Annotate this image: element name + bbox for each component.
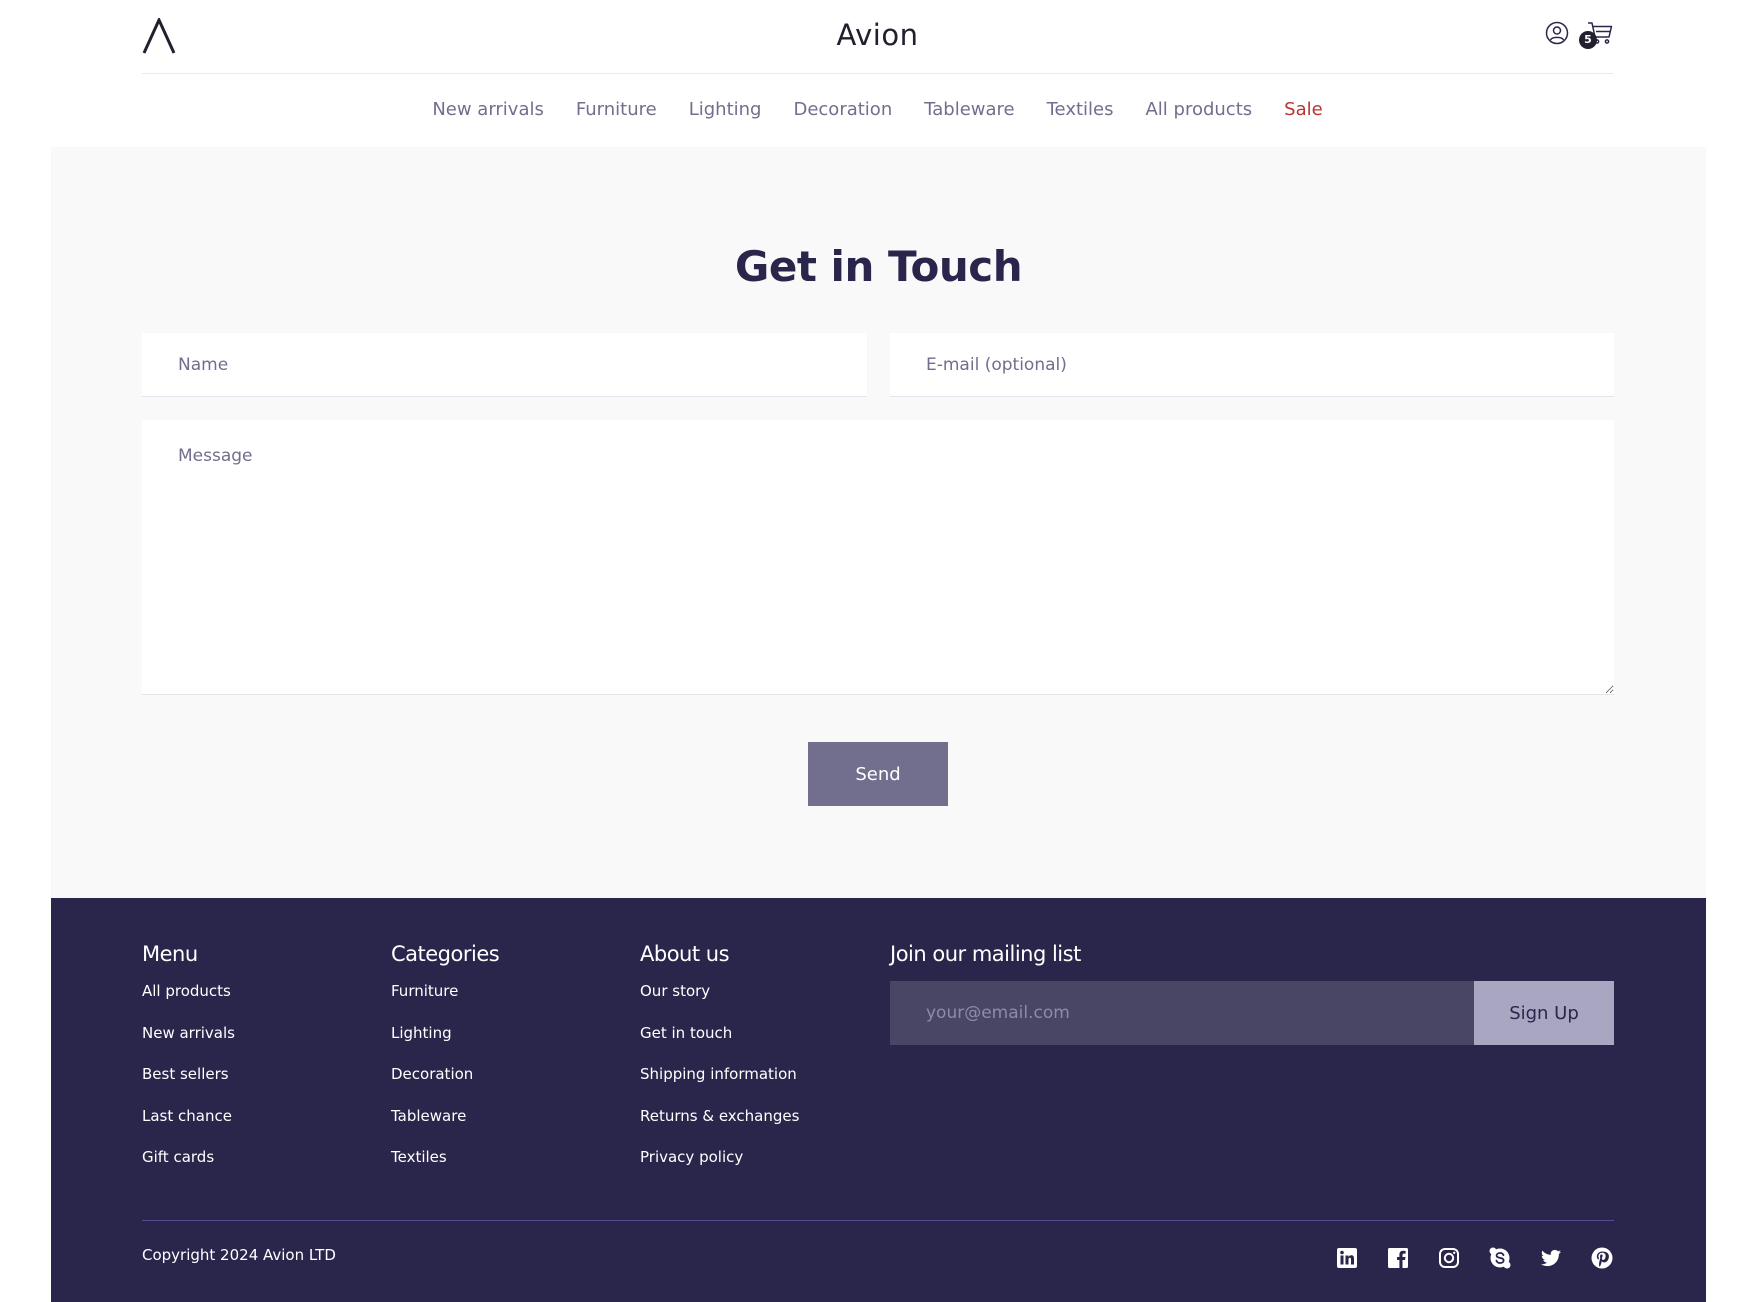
twitter-icon[interactable] [1539, 1246, 1563, 1270]
footer-divider [142, 1220, 1614, 1221]
footer-menu-heading: Menu [142, 942, 198, 966]
footer-menu-column: Menu All products New arrivals Best sell… [142, 942, 235, 1189]
footer-link-tableware[interactable]: Tableware [391, 1107, 466, 1125]
site-header: Avion 5 New arrivals Furniture Lighting … [0, 0, 1755, 147]
footer-link-all-products[interactable]: All products [142, 982, 231, 1000]
footer-link-new-arrivals[interactable]: New arrivals [142, 1024, 235, 1042]
footer-link-gift-cards[interactable]: Gift cards [142, 1148, 214, 1166]
page-title: Get in Touch [734, 242, 1023, 291]
contact-section: Get in Touch Send [51, 147, 1706, 898]
footer-link-lighting[interactable]: Lighting [391, 1024, 452, 1042]
main-nav: New arrivals Furniture Lighting Decorati… [0, 98, 1755, 122]
footer-link-shipping-information[interactable]: Shipping information [640, 1065, 797, 1083]
cart-count-badge: 5 [1579, 31, 1597, 49]
nav-item-decoration[interactable]: Decoration [793, 98, 892, 122]
nav-item-textiles[interactable]: Textiles [1047, 98, 1114, 122]
footer-categories-heading: Categories [391, 942, 500, 966]
nav-item-tableware[interactable]: Tableware [924, 98, 1014, 122]
nav-item-furniture[interactable]: Furniture [576, 98, 657, 122]
user-account-icon[interactable] [1545, 21, 1569, 45]
footer-link-decoration[interactable]: Decoration [391, 1065, 473, 1083]
footer-link-get-in-touch[interactable]: Get in touch [640, 1024, 732, 1042]
footer-link-returns-exchanges[interactable]: Returns & exchanges [640, 1107, 799, 1125]
footer-link-our-story[interactable]: Our story [640, 982, 710, 1000]
email-field[interactable] [890, 333, 1614, 397]
social-links [1335, 1246, 1614, 1270]
instagram-icon[interactable] [1437, 1246, 1461, 1270]
skype-icon[interactable] [1488, 1246, 1512, 1270]
send-button[interactable]: Send [808, 742, 948, 806]
nav-item-new-arrivals[interactable]: New arrivals [432, 98, 544, 122]
name-field[interactable] [142, 333, 867, 397]
footer-link-furniture[interactable]: Furniture [391, 982, 458, 1000]
pinterest-icon[interactable] [1590, 1246, 1614, 1270]
nav-item-sale[interactable]: Sale [1284, 98, 1323, 122]
footer-link-last-chance[interactable]: Last chance [142, 1107, 232, 1125]
sign-up-button[interactable]: Sign Up [1474, 981, 1614, 1045]
site-footer: Menu All products New arrivals Best sell… [51, 898, 1706, 1302]
footer-mailing-column: Join our mailing list [890, 942, 1081, 981]
footer-link-best-sellers[interactable]: Best sellers [142, 1065, 229, 1083]
footer-about-column: About us Our story Get in touch Shipping… [640, 942, 799, 1189]
message-field[interactable] [142, 420, 1614, 695]
newsletter-email-input[interactable] [890, 981, 1474, 1045]
nav-item-all-products[interactable]: All products [1145, 98, 1252, 122]
footer-link-privacy-policy[interactable]: Privacy policy [640, 1148, 743, 1166]
facebook-icon[interactable] [1386, 1246, 1410, 1270]
header-divider [142, 73, 1613, 74]
copyright-text: Copyright 2024 Avion LTD [142, 1246, 336, 1264]
footer-link-textiles[interactable]: Textiles [391, 1148, 447, 1166]
footer-categories-column: Categories Furniture Lighting Decoration… [391, 942, 500, 1189]
mailing-list-heading: Join our mailing list [890, 942, 1081, 966]
linkedin-icon[interactable] [1335, 1246, 1359, 1270]
brand-name[interactable]: Avion [0, 18, 1755, 52]
nav-item-lighting[interactable]: Lighting [689, 98, 762, 122]
footer-about-heading: About us [640, 942, 730, 966]
